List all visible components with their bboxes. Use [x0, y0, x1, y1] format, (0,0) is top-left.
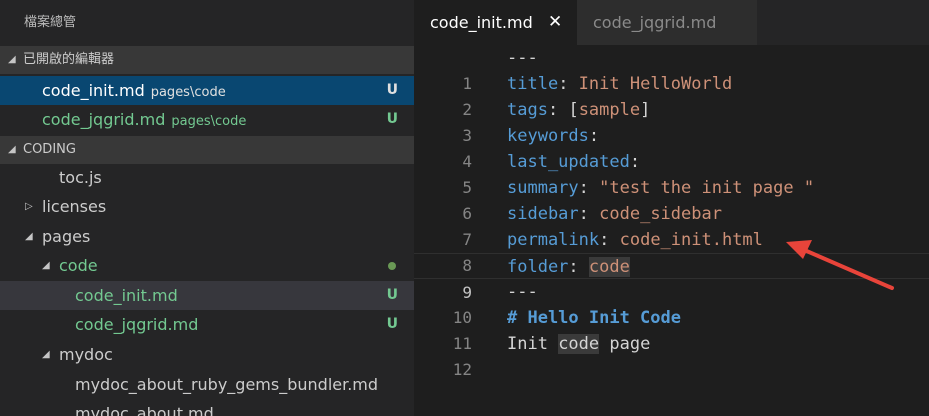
code-line: 1 ---	[414, 45, 929, 93]
explorer-title: 檔案總管	[24, 15, 77, 30]
front-matter-separator: ---	[507, 48, 538, 68]
yaml-colon: :	[578, 204, 600, 224]
tab-label: code_init.md	[430, 13, 533, 32]
tree-item-mydoc-ruby[interactable]: mydoc_about_ruby_gems_bundler.md	[0, 370, 414, 399]
chevron-down-icon: ◢	[25, 231, 33, 242]
markdown-heading: # Hello Init Code	[507, 308, 681, 328]
yaml-key: sidebar	[507, 204, 579, 224]
modified-dot-icon	[388, 262, 396, 270]
open-editors-header[interactable]: ◢ 已開啟的編輯器	[0, 46, 414, 74]
yaml-key: keywords	[507, 126, 589, 146]
tab-label: code_jqgrid.md	[593, 13, 717, 32]
yaml-key: folder	[507, 257, 569, 277]
code-line: 2 title: Init HelloWorld	[414, 71, 929, 119]
file-name: code_init.md	[42, 81, 145, 100]
yaml-value-highlight: code	[588, 257, 630, 277]
tab-code-jqgrid[interactable]: code_jqgrid.md	[577, 0, 757, 45]
bracket-open: [	[568, 100, 579, 120]
yaml-key: last_updated	[507, 152, 630, 172]
yaml-key: permalink	[507, 230, 600, 250]
yaml-value: code_init.html	[619, 230, 763, 250]
tree-folder-code[interactable]: ◢ code	[0, 251, 414, 280]
yaml-key: summary	[507, 178, 579, 198]
yaml-colon: :	[568, 257, 589, 277]
folder-name: licenses	[42, 197, 107, 216]
chevron-down-icon: ◢	[42, 260, 50, 271]
code-line: 6 summary: "test the init page "	[414, 175, 929, 223]
yaml-key: title	[507, 74, 559, 94]
open-editor-code-jqgrid[interactable]: code_jqgrid.md pages\code U	[0, 105, 414, 134]
tree-item-code-init[interactable]: code_init.md U	[0, 281, 414, 310]
body-text: page	[599, 334, 651, 354]
code-editor[interactable]: 1 --- 2 title: Init HelloWorld 3 tags: […	[414, 45, 929, 416]
annotation-arrow-icon	[786, 240, 894, 290]
tree-item-code-jqgrid[interactable]: code_jqgrid.md U	[0, 310, 414, 339]
file-name: mydoc_about.md	[75, 404, 214, 416]
file-name: toc.js	[59, 168, 102, 187]
yaml-value: sample	[578, 100, 641, 120]
file-path: pages\code	[150, 85, 226, 100]
folder-name: mydoc	[59, 345, 113, 364]
workspace-label: CODING	[23, 142, 76, 157]
tree-folder-pages[interactable]: ◢ pages	[0, 222, 414, 251]
file-name: mydoc_about_ruby_gems_bundler.md	[75, 375, 379, 394]
close-icon[interactable]: ✕	[548, 0, 562, 45]
folder-name: code	[59, 256, 98, 275]
untracked-badge: U	[386, 111, 398, 127]
untracked-badge: U	[386, 82, 398, 98]
yaml-colon: :	[599, 230, 620, 250]
tree-folder-licenses[interactable]: ▷ licenses	[0, 192, 414, 221]
file-name: code_jqgrid.md	[42, 110, 166, 129]
yaml-colon: :	[558, 74, 579, 94]
chevron-right-icon: ▷	[25, 201, 33, 212]
code-line: 7 sidebar: code_sidebar	[414, 201, 929, 249]
chevron-down-icon: ◢	[8, 54, 16, 65]
yaml-colon: :	[588, 126, 600, 146]
tree-item-mydoc-about[interactable]: mydoc_about.md	[0, 399, 414, 416]
code-line: 5 last_updated:	[414, 149, 929, 197]
line-number: 12	[452, 360, 472, 379]
yaml-colon: :	[578, 178, 600, 198]
yaml-value: code_sidebar	[599, 204, 722, 224]
untracked-badge: U	[386, 316, 398, 332]
open-editors-label: 已開啟的編輯器	[23, 52, 115, 67]
word-highlight: code	[558, 334, 600, 354]
open-editor-code-init[interactable]: code_init.md pages\code U	[0, 76, 414, 105]
file-path: pages\code	[171, 114, 247, 129]
bracket-close: ]	[640, 100, 651, 120]
yaml-colon: :	[629, 152, 641, 172]
yaml-value: "test the init page "	[599, 178, 815, 198]
tab-code-init[interactable]: code_init.md ✕	[414, 0, 577, 45]
chevron-down-icon: ◢	[8, 144, 16, 155]
tree-item-toc-js[interactable]: toc.js	[0, 163, 414, 192]
file-name: code_init.md	[75, 286, 178, 305]
explorer-sidebar: 檔案總管 ◢ 已開啟的編輯器 code_init.md pages\code U …	[0, 0, 414, 416]
front-matter-separator: ---	[507, 282, 538, 302]
workspace-header[interactable]: ◢ CODING	[0, 136, 414, 164]
tab-bar: code_init.md ✕ code_jqgrid.md	[414, 0, 929, 45]
yaml-value: Init HelloWorld	[578, 74, 733, 94]
chevron-down-icon: ◢	[42, 349, 50, 360]
code-line: 12 Init code page	[414, 331, 929, 379]
editor-area: code_init.md ✕ code_jqgrid.md 1 --- 2 ti…	[414, 0, 929, 416]
yaml-colon: :	[547, 100, 569, 120]
file-name: code_jqgrid.md	[75, 315, 199, 334]
body-text: Init	[507, 334, 559, 354]
folder-name: pages	[42, 227, 91, 246]
code-line: 11 # Hello Init Code	[414, 305, 929, 353]
code-line: 4 keywords:	[414, 123, 929, 171]
untracked-badge: U	[386, 287, 398, 303]
code-line: 3 tags: [sample]	[414, 97, 929, 145]
yaml-key: tags	[507, 100, 548, 120]
tree-folder-mydoc[interactable]: ◢ mydoc	[0, 340, 414, 369]
